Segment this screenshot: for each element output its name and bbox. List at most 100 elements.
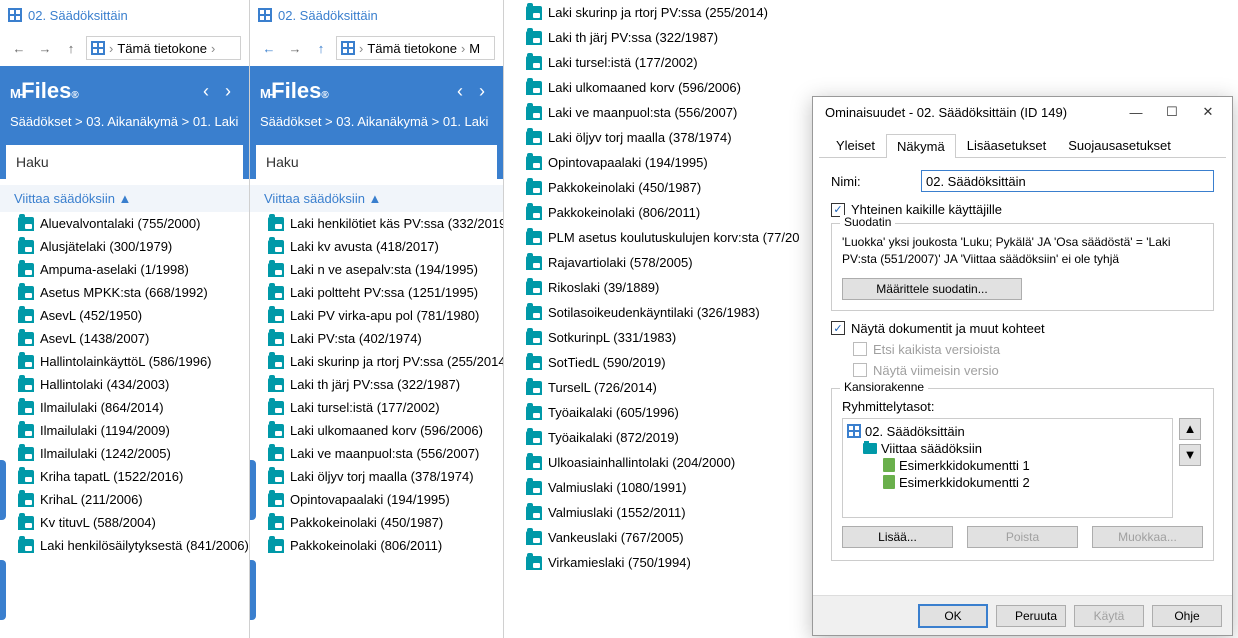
move-down-button[interactable]: ▼ bbox=[1179, 444, 1201, 466]
list-item[interactable]: Laki ulkomaaned korv (596/2006) bbox=[250, 419, 503, 442]
list-item[interactable]: Ampuma-aselaki (1/1998) bbox=[0, 258, 249, 281]
list-item[interactable]: Ilmailulaki (864/2014) bbox=[0, 396, 249, 419]
define-filter-button[interactable]: Määrittele suodatin... bbox=[842, 278, 1022, 300]
group-header[interactable]: Viittaa säädöksiin ▲ bbox=[250, 185, 503, 212]
list-item[interactable]: Ulkoasiainhallintolaki (204/2000) bbox=[504, 450, 800, 475]
list-item[interactable]: Laki öljyv torj maalla (378/1974) bbox=[504, 125, 800, 150]
list-item[interactable]: Valmiuslaki (1552/2011) bbox=[504, 500, 800, 525]
list-item[interactable]: Opintovapaalaki (194/1995) bbox=[504, 150, 800, 175]
list-item[interactable]: HallintolainkäyttöL (586/1996) bbox=[0, 350, 249, 373]
nav-next-button[interactable]: › bbox=[217, 81, 239, 102]
path-bar[interactable]: › Tämä tietokone › M bbox=[336, 36, 495, 60]
list-item[interactable]: Laki ve maanpuol:sta (556/2007) bbox=[504, 100, 800, 125]
list-item[interactable]: Laki poltteht PV:ssa (1251/1995) bbox=[250, 281, 503, 304]
list-item[interactable]: Aluevalvontalaki (755/2000) bbox=[0, 212, 249, 235]
list-item[interactable]: SotTiedL (590/2019) bbox=[504, 350, 800, 375]
list-item[interactable]: SotkurinpL (331/1983) bbox=[504, 325, 800, 350]
list-item[interactable]: Hallintolaki (434/2003) bbox=[0, 373, 249, 396]
list-item[interactable]: KrihaL (211/2006) bbox=[0, 488, 249, 511]
nav-up-button[interactable]: ↑ bbox=[60, 37, 82, 59]
tree-node-folder[interactable]: Viittaa säädöksiin bbox=[847, 440, 1168, 457]
minimize-button[interactable]: — bbox=[1118, 98, 1154, 126]
tab-view[interactable]: Näkymä bbox=[886, 134, 956, 158]
tree-node-doc[interactable]: Esimerkkidokumentti 1 bbox=[847, 457, 1168, 474]
nav-prev-button[interactable]: ‹ bbox=[195, 81, 217, 102]
list-item[interactable]: Pakkokeinolaki (806/2011) bbox=[504, 200, 800, 225]
tab-advanced[interactable]: Lisäasetukset bbox=[956, 133, 1058, 157]
list-item[interactable]: Ilmailulaki (1194/2009) bbox=[0, 419, 249, 442]
close-button[interactable]: ✕ bbox=[1190, 98, 1226, 126]
nav-back-button[interactable]: ← bbox=[8, 37, 30, 59]
list-item-label: Laki öljyv torj maalla (378/1974) bbox=[548, 130, 732, 145]
tab-general[interactable]: Yleiset bbox=[825, 133, 886, 157]
breadcrumb[interactable]: Säädökset > 03. Aikanäkymä > 01. Laki bbox=[250, 110, 503, 139]
list-item[interactable]: Työaikalaki (872/2019) bbox=[504, 425, 800, 450]
tab-security[interactable]: Suojausasetukset bbox=[1057, 133, 1182, 157]
list-item[interactable]: Virkamieslaki (750/1994) bbox=[504, 550, 800, 575]
window-title: 02. Säädöksittäin bbox=[278, 8, 378, 23]
maximize-button[interactable]: ☐ bbox=[1154, 98, 1190, 126]
cancel-button[interactable]: Peruuta bbox=[996, 605, 1066, 627]
list-item[interactable]: Laki tursel:istä (177/2002) bbox=[504, 50, 800, 75]
list-item[interactable]: Laki kv avusta (418/2017) bbox=[250, 235, 503, 258]
ok-button[interactable]: OK bbox=[918, 604, 988, 628]
list-item[interactable]: TurselL (726/2014) bbox=[504, 375, 800, 400]
nav-back-button[interactable]: ← bbox=[258, 37, 280, 59]
list-item[interactable]: AsevL (1438/2007) bbox=[0, 327, 249, 350]
nav-prev-button[interactable]: ‹ bbox=[449, 81, 471, 102]
group-header[interactable]: Viittaa säädöksiin ▲ bbox=[0, 185, 249, 212]
list-item[interactable]: Laki öljyv torj maalla (378/1974) bbox=[250, 465, 503, 488]
path-bar[interactable]: › Tämä tietokone › bbox=[86, 36, 241, 60]
breadcrumb[interactable]: Säädökset > 03. Aikanäkymä > 01. Laki bbox=[0, 110, 249, 139]
list-item[interactable]: Laki skurinp ja rtorj PV:ssa (255/2014) bbox=[250, 350, 503, 373]
list-item-label: Ilmailulaki (864/2014) bbox=[40, 400, 164, 415]
list-item[interactable]: Alusjätelaki (300/1979) bbox=[0, 235, 249, 258]
list-item[interactable]: Pakkokeinolaki (450/1987) bbox=[504, 175, 800, 200]
list-item[interactable]: Rikoslaki (39/1889) bbox=[504, 275, 800, 300]
add-button[interactable]: Lisää... bbox=[842, 526, 953, 548]
grouping-tree[interactable]: 02. Säädöksittäin Viittaa säädöksiin Esi… bbox=[842, 418, 1173, 518]
list-item[interactable]: Laki PV virka-apu pol (781/1980) bbox=[250, 304, 503, 327]
list-item-label: Valmiuslaki (1552/2011) bbox=[548, 505, 686, 520]
tree-node-doc[interactable]: Esimerkkidokumentti 2 bbox=[847, 474, 1168, 491]
list-item[interactable]: Työaikalaki (605/1996) bbox=[504, 400, 800, 425]
list-item[interactable]: AsevL (452/1950) bbox=[0, 304, 249, 327]
list-item[interactable]: Laki ve maanpuol:sta (556/2007) bbox=[250, 442, 503, 465]
tree-node-root[interactable]: 02. Säädöksittäin bbox=[847, 423, 1168, 440]
show-docs-checkbox[interactable]: ✓ bbox=[831, 321, 845, 335]
list-item[interactable]: Ilmailulaki (1242/2005) bbox=[0, 442, 249, 465]
list-item[interactable]: Laki skurinp ja rtorj PV:ssa (255/2014) bbox=[504, 0, 800, 25]
dialog-titlebar[interactable]: Ominaisuudet - 02. Säädöksittäin (ID 149… bbox=[813, 97, 1232, 127]
nav-forward-button[interactable]: → bbox=[284, 37, 306, 59]
search-input[interactable] bbox=[6, 145, 243, 179]
nav-forward-button[interactable]: → bbox=[34, 37, 56, 59]
list-item[interactable]: Kriha tapatL (1522/2016) bbox=[0, 465, 249, 488]
list-item[interactable]: Kv tituvL (588/2004) bbox=[0, 511, 249, 534]
list-item[interactable]: Laki th järj PV:ssa (322/1987) bbox=[250, 373, 503, 396]
list-item[interactable]: Pakkokeinolaki (806/2011) bbox=[250, 534, 503, 557]
nav-up-button[interactable]: ↑ bbox=[310, 37, 332, 59]
list-item[interactable]: Laki n ve asepalv:sta (194/1995) bbox=[250, 258, 503, 281]
list-item[interactable]: Laki th järj PV:ssa (322/1987) bbox=[504, 25, 800, 50]
list-item[interactable]: Sotilasoikeudenkäyntilaki (326/1983) bbox=[504, 300, 800, 325]
filter-description: 'Luokka' yksi joukosta 'Luku; Pykälä' JA… bbox=[842, 234, 1203, 268]
list-item[interactable]: PLM asetus koulutuskulujen korv:sta (77/… bbox=[504, 225, 800, 250]
list-item[interactable]: Vankeuslaki (767/2005) bbox=[504, 525, 800, 550]
search-input[interactable] bbox=[256, 145, 497, 179]
list-item[interactable]: Opintovapaalaki (194/1995) bbox=[250, 488, 503, 511]
list-item-label: Pakkokeinolaki (806/2011) bbox=[548, 205, 700, 220]
nav-next-button[interactable]: › bbox=[471, 81, 493, 102]
list-item[interactable]: Pakkokeinolaki (450/1987) bbox=[250, 511, 503, 534]
move-up-button[interactable]: ▲ bbox=[1179, 418, 1201, 440]
list-item-label: Pakkokeinolaki (450/1987) bbox=[548, 180, 701, 195]
list-item[interactable]: Laki henkilösäilytyksestä (841/2006) bbox=[0, 534, 249, 557]
list-item[interactable]: Valmiuslaki (1080/1991) bbox=[504, 475, 800, 500]
list-item[interactable]: Laki PV:sta (402/1974) bbox=[250, 327, 503, 350]
name-input[interactable] bbox=[921, 170, 1214, 192]
list-item[interactable]: Laki ulkomaaned korv (596/2006) bbox=[504, 75, 800, 100]
help-button[interactable]: Ohje bbox=[1152, 605, 1222, 627]
list-item[interactable]: Rajavartiolaki (578/2005) bbox=[504, 250, 800, 275]
list-item[interactable]: Asetus MPKK:sta (668/1992) bbox=[0, 281, 249, 304]
list-item[interactable]: Laki henkilötiet käs PV:ssa (332/2019) bbox=[250, 212, 503, 235]
list-item[interactable]: Laki tursel:istä (177/2002) bbox=[250, 396, 503, 419]
